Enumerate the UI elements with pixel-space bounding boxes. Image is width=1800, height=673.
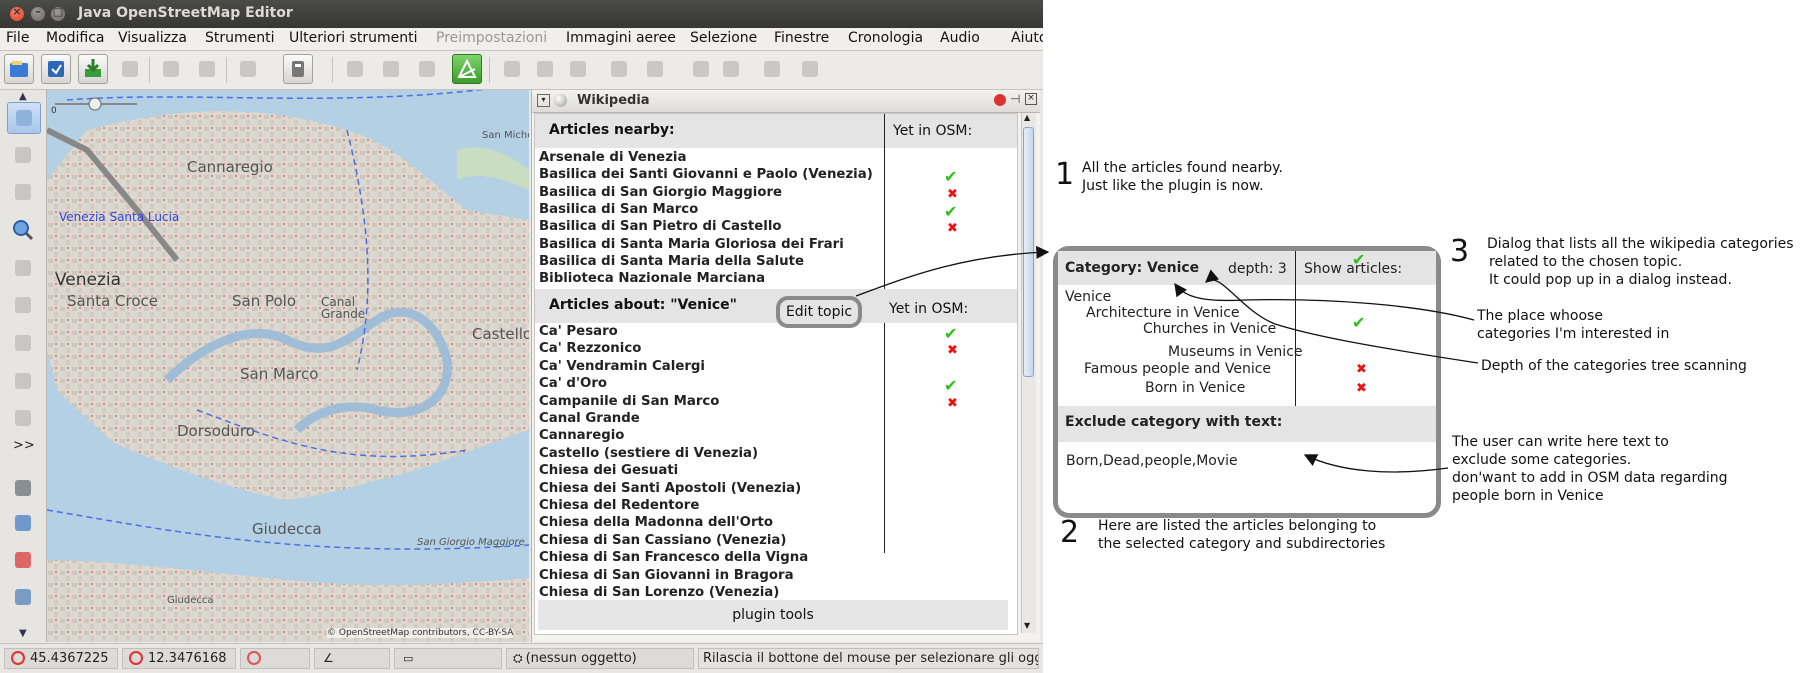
annotation-arrows bbox=[855, 245, 1479, 473]
edit-topic-arrow bbox=[855, 245, 1050, 297]
place-arrow bbox=[1174, 282, 1475, 321]
exclude-arrow bbox=[1303, 454, 1449, 473]
depth-arrow bbox=[1205, 269, 1479, 364]
